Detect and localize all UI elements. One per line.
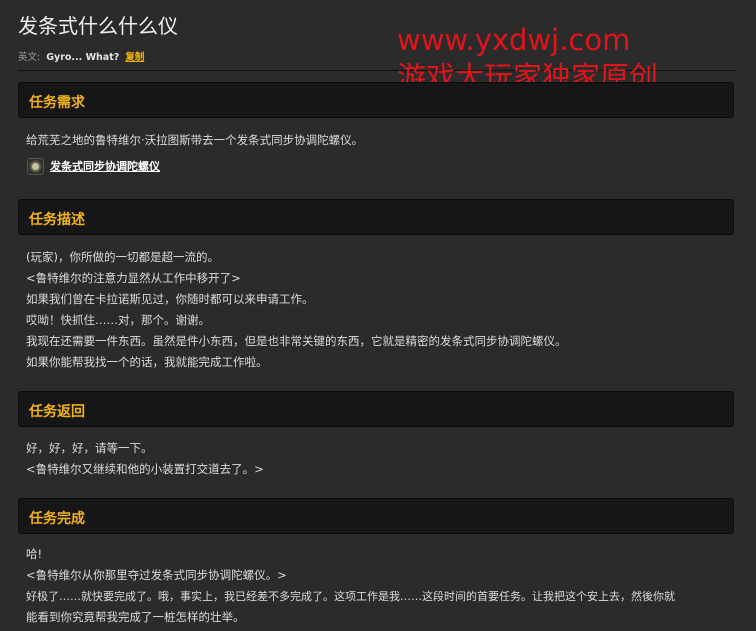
progress-line: <鲁特维尔又继续和他的小装置打交道去了。> — [26, 462, 264, 476]
completion-line: <鲁特维尔从你那里夺过发条式同步协调陀螺仪。> — [26, 568, 287, 582]
description-line: <鲁特维尔的注意力显然从工作中移开了> — [26, 271, 241, 285]
gyroscope-item-icon — [27, 157, 44, 175]
progress-line: 好，好，好，请等一下。 — [26, 441, 153, 455]
section-header-completion: 任务完成 — [18, 498, 734, 534]
english-label: 英文: — [18, 52, 41, 63]
section-header-requirements: 任务需求 — [18, 82, 734, 118]
required-item-link[interactable]: 发条式同步协调陀螺仪 — [27, 156, 160, 176]
page-title: 发条式什么什么仪 — [18, 14, 178, 38]
completion-line: 哈! — [26, 547, 43, 561]
required-item-label[interactable]: 发条式同步协调陀螺仪 — [50, 158, 160, 174]
description-line: (玩家)，你所做的一切都是超一流的。 — [26, 250, 219, 264]
section-title-completion: 任务完成 — [29, 511, 85, 527]
description-line: 哎呦！快抓住……对，那个。谢谢。 — [26, 313, 210, 327]
description-line: 我现在还需要一件东西。虽然是件小东西，但是也非常关键的东西，它就是精密的发条式同… — [26, 334, 567, 348]
english-name-row: 英文: Gyro... What? 复制 — [18, 49, 144, 63]
completion-line: 好极了……就快要完成了。哦，事实上，我已经差不多完成了。这项工作是我……这段时间… — [26, 590, 675, 603]
section-title-description: 任务描述 — [29, 212, 85, 228]
requirements-text: 给荒芜之地的鲁特维尔·沃拉图斯带去一个发条式同步协调陀螺仪。 — [26, 133, 364, 147]
quest-page: 发条式什么什么仪 英文: Gyro... What? 复制 www.yxdwj.… — [0, 0, 756, 631]
description-line: 如果你能帮我找一个的话，我就能完成工作啦。 — [26, 355, 268, 369]
watermark-url: www.yxdwj.com — [397, 23, 631, 57]
description-line: 如果我们曾在卡拉诺斯见过，你随时都可以来申请工作。 — [26, 292, 314, 306]
english-name: Gyro... What? — [46, 52, 120, 63]
section-title-requirements: 任务需求 — [29, 95, 85, 111]
copy-button[interactable]: 复制 — [125, 52, 144, 63]
section-header-progress: 任务返回 — [18, 391, 734, 427]
completion-line: 能看到你究竟帮我完成了一桩怎样的壮举。 — [26, 610, 245, 624]
section-header-description: 任务描述 — [18, 199, 734, 235]
section-title-progress: 任务返回 — [29, 404, 85, 420]
